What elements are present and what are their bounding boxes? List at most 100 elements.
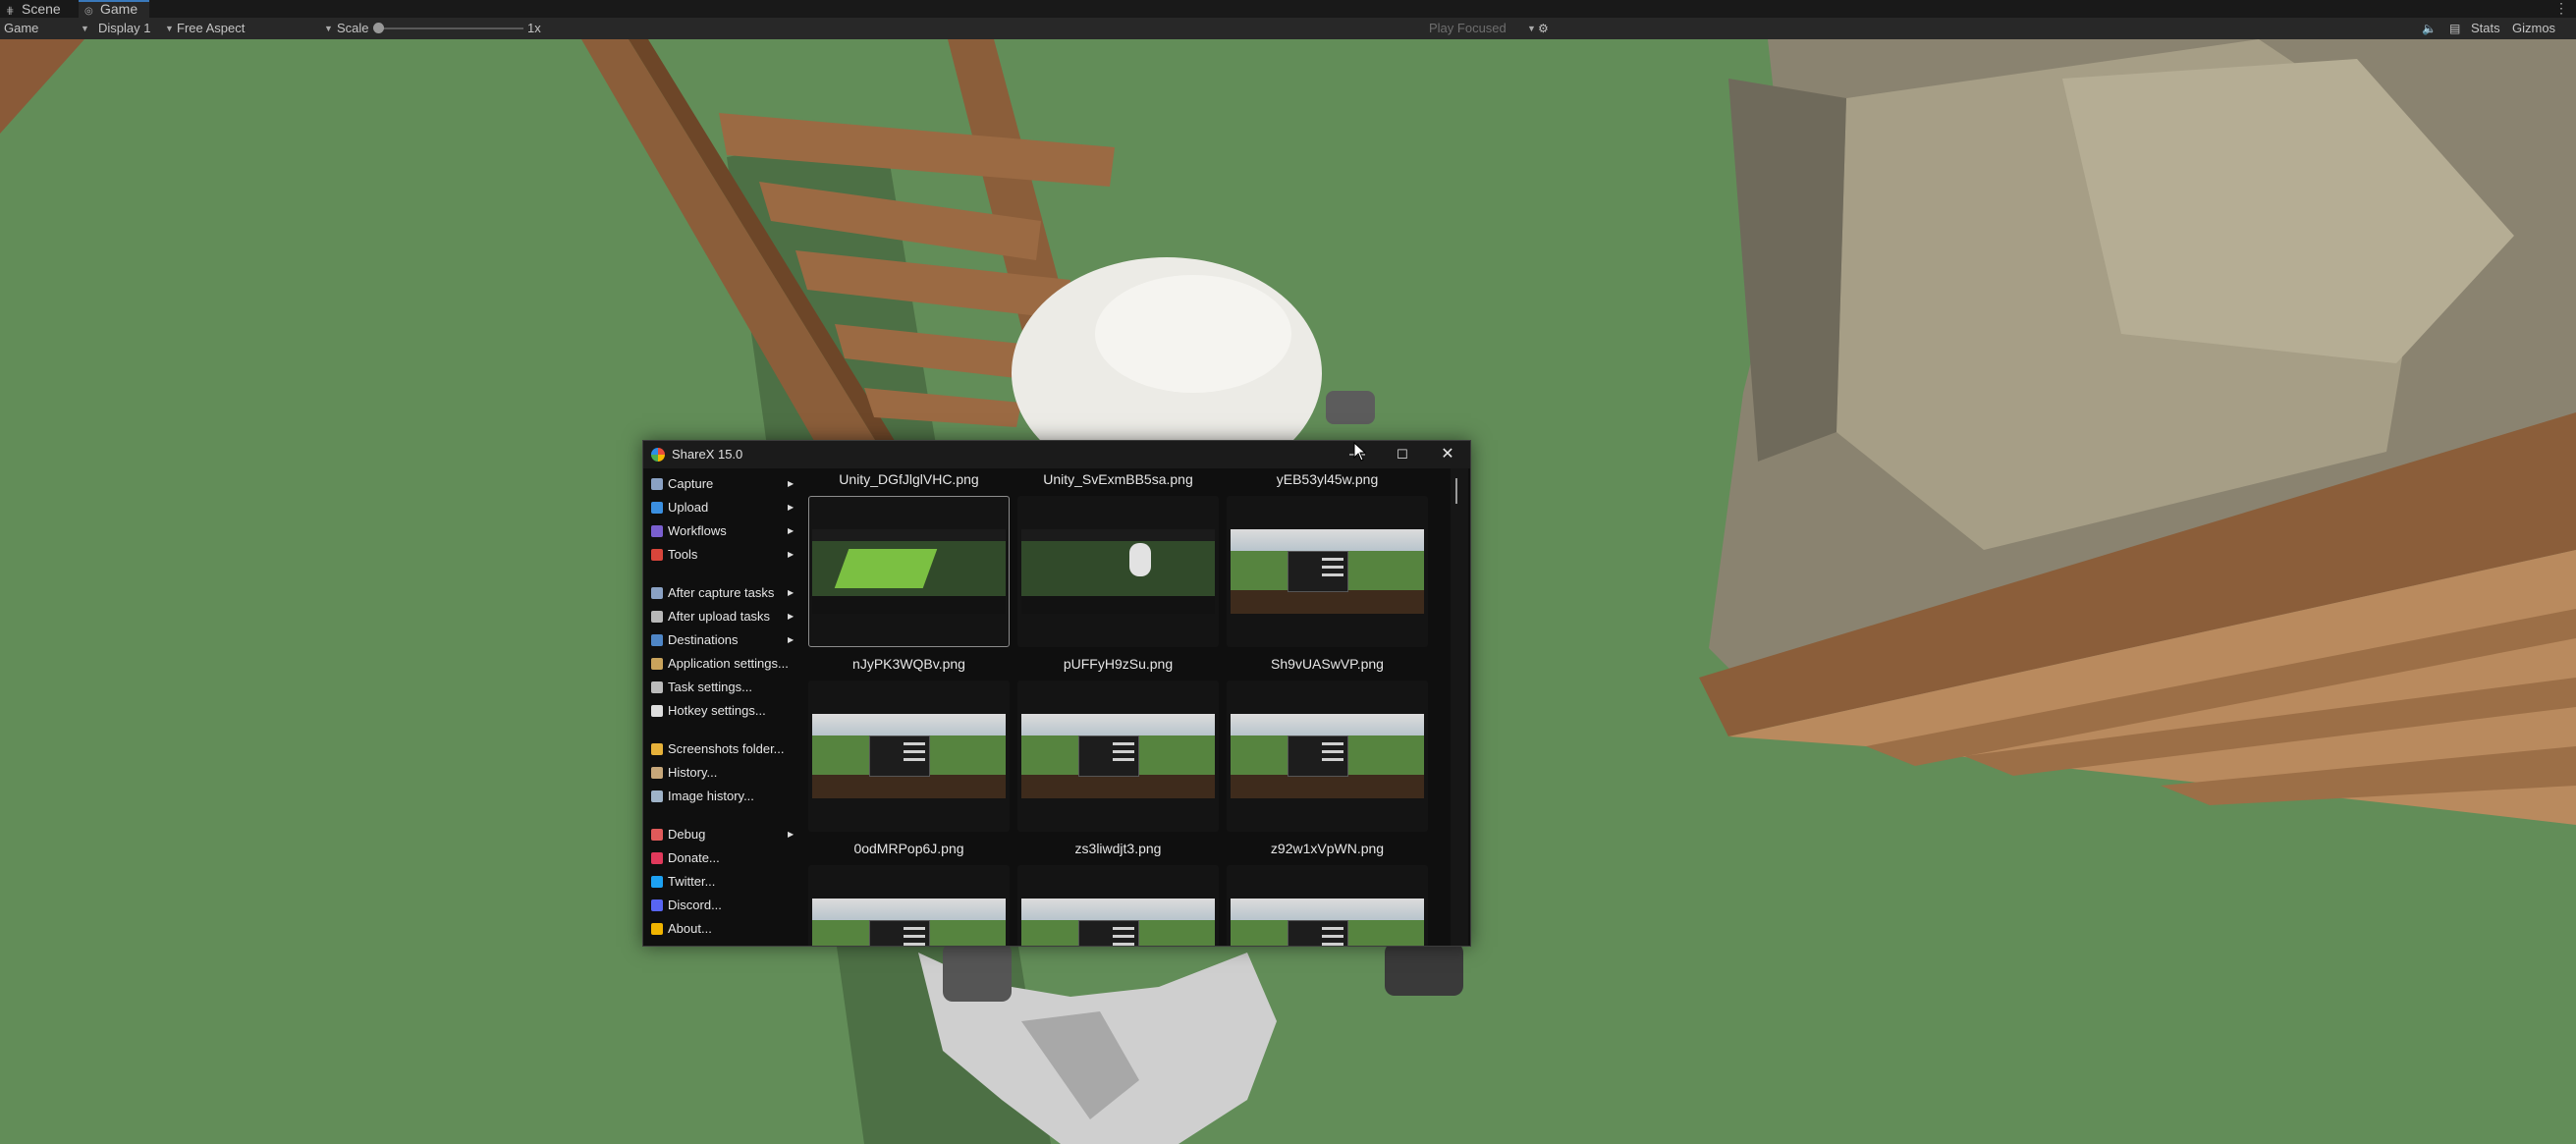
tab-scene[interactable]: ⋕ Scene [0, 0, 75, 18]
menu-item-debug[interactable]: Debug ▶ [643, 824, 805, 845]
image-history-icon [651, 790, 663, 802]
menu-item-after-upload[interactable]: After upload tasks ▶ [643, 606, 805, 627]
tab-scene-label: Scene [22, 1, 61, 17]
task-settings-icon [651, 681, 663, 693]
chevron-down-icon: ▼ [81, 24, 89, 33]
sharex-logo-icon [651, 448, 665, 462]
capture-thumbnail[interactable]: Unity_DGfJlglVHC.png [808, 468, 1010, 647]
stats-button[interactable]: Stats [2471, 18, 2500, 39]
menu-item-label: Capture [668, 476, 714, 491]
menu-item-label: Tools [668, 547, 698, 562]
thumbnail-image [1231, 714, 1424, 798]
menu-item-donate[interactable]: Donate... [643, 847, 805, 869]
tab-game-label: Game [100, 1, 138, 17]
menu-item-label: Twitter... [668, 874, 716, 889]
menu-item-label: Upload [668, 500, 709, 515]
close-button[interactable]: ✕ [1425, 441, 1470, 468]
chevron-down-icon: ▼ [165, 24, 174, 33]
thumbnail-filename: z92w1xVpWN.png [1270, 841, 1385, 856]
menu-item-image-history[interactable]: Image history... [643, 786, 805, 807]
more-options-icon[interactable]: ⋮ [2554, 0, 2568, 16]
submenu-arrow-icon: ▶ [788, 588, 795, 597]
thumbnail-frame [808, 681, 1010, 832]
menu-item-label: Discord... [668, 898, 722, 912]
gizmos-button[interactable]: Gizmos [2512, 18, 2555, 39]
thumbnail-filename: nJyPK3WQBv.png [852, 656, 965, 672]
thumbnail-frame [1017, 865, 1219, 946]
grid-scrollbar[interactable] [1451, 468, 1468, 946]
thumbnail-image [1021, 714, 1215, 798]
stats-toggle-icon[interactable]: ▤ [2449, 18, 2460, 39]
submenu-arrow-icon: ▶ [788, 612, 795, 621]
workflows-icon [651, 525, 663, 537]
capture-thumbnail-grid: Unity_DGfJlglVHC.png Unity_SvExmBB5sa.png… [806, 468, 1449, 946]
play-mode-dropdown[interactable]: Play Focused ▼ [1429, 18, 1536, 39]
scrollbar-thumb[interactable] [1455, 478, 1457, 504]
twitter-icon [651, 876, 663, 888]
capture-thumbnail[interactable]: zs3liwdjt3.png [1017, 838, 1219, 946]
display-dropdown[interactable]: Display 1 ▼ [98, 18, 174, 39]
menu-item-label: Screenshots folder... [668, 741, 785, 756]
menu-item-screenshots-folder[interactable]: Screenshots folder... [643, 738, 805, 760]
menu-item-task-settings[interactable]: Task settings... [643, 677, 805, 698]
debug-icon [651, 829, 663, 841]
about-icon [651, 923, 663, 935]
thumbnail-filename: Unity_SvExmBB5sa.png [1043, 471, 1193, 487]
thumbnail-frame [1227, 681, 1428, 832]
menu-item-after-capture[interactable]: After capture tasks ▶ [643, 582, 805, 604]
game-controller-icon: ◎ [84, 6, 93, 17]
menu-item-capture[interactable]: Capture ▶ [643, 473, 805, 495]
menu-item-hotkey-settings[interactable]: Hotkey settings... [643, 700, 805, 722]
frame-debugger-icon[interactable]: ⚙ [1538, 18, 1549, 39]
tab-game[interactable]: ◎ Game [79, 0, 149, 18]
capture-thumbnail[interactable]: z92w1xVpWN.png [1227, 838, 1428, 946]
submenu-arrow-icon: ▶ [788, 479, 795, 488]
menu-item-label: Image history... [668, 789, 754, 803]
submenu-arrow-icon: ▶ [788, 550, 795, 559]
menu-item-application-settings[interactable]: Application settings... [643, 653, 805, 675]
history-icon [651, 767, 663, 779]
chevron-down-icon: ▼ [324, 24, 333, 33]
menu-item-upload[interactable]: Upload ▶ [643, 497, 805, 518]
view-dropdown[interactable]: Game ▼ [4, 18, 89, 39]
menu-item-label: Workflows [668, 523, 727, 538]
thumbnail-image [1021, 529, 1215, 614]
aspect-dropdown[interactable]: Free Aspect ▼ [177, 18, 333, 39]
maximize-button[interactable]: ☐ [1380, 441, 1425, 468]
capture-icon [651, 478, 663, 490]
menu-item-tools[interactable]: Tools ▶ [643, 544, 805, 566]
thumbnail-frame [1227, 496, 1428, 647]
thumbnail-frame [1227, 865, 1428, 946]
menu-item-workflows[interactable]: Workflows ▶ [643, 520, 805, 542]
display-dropdown-label: Display 1 [98, 21, 151, 35]
sharex-title-bar[interactable]: ShareX 15.0 — ☐ ✕ [643, 441, 1470, 468]
menu-item-label: Donate... [668, 850, 720, 865]
menu-item-label: Destinations [668, 632, 739, 647]
thumbnail-frame [1017, 496, 1219, 647]
capture-thumbnail[interactable]: pUFFyH9zSu.png [1017, 653, 1219, 832]
menu-item-discord[interactable]: Discord... [643, 895, 805, 916]
menu-item-label: About... [668, 921, 712, 936]
capture-thumbnail[interactable]: Sh9vUASwVP.png [1227, 653, 1428, 832]
thumbnail-filename: zs3liwdjt3.png [1074, 841, 1162, 856]
editor-tab-bar: ⋕ Scene ◎ Game ⋮ [0, 0, 2576, 18]
menu-item-history[interactable]: History... [643, 762, 805, 784]
capture-thumbnail[interactable]: nJyPK3WQBv.png [808, 653, 1010, 832]
menu-item-label: History... [668, 765, 718, 780]
capture-thumbnail[interactable]: yEB53yl45w.png [1227, 468, 1428, 647]
capture-thumbnail[interactable]: 0odMRPop6J.png [808, 838, 1010, 946]
thumbnail-filename: 0odMRPop6J.png [853, 841, 964, 856]
menu-item-twitter[interactable]: Twitter... [643, 871, 805, 893]
scale-label: Scale [337, 21, 369, 35]
scale-slider-track[interactable] [381, 27, 523, 29]
menu-item-label: Debug [668, 827, 706, 842]
scale-slider-handle[interactable] [373, 23, 384, 33]
chevron-down-icon: ▼ [1527, 24, 1536, 33]
play-mode-label: Play Focused [1429, 21, 1507, 35]
scale-value: 1x [527, 21, 541, 35]
mute-audio-icon[interactable]: 🔈 [2422, 18, 2437, 39]
menu-item-destinations[interactable]: Destinations ▶ [643, 629, 805, 651]
capture-thumbnail[interactable]: Unity_SvExmBB5sa.png [1017, 468, 1219, 647]
menu-item-about[interactable]: About... [643, 918, 805, 940]
destinations-icon [651, 634, 663, 646]
